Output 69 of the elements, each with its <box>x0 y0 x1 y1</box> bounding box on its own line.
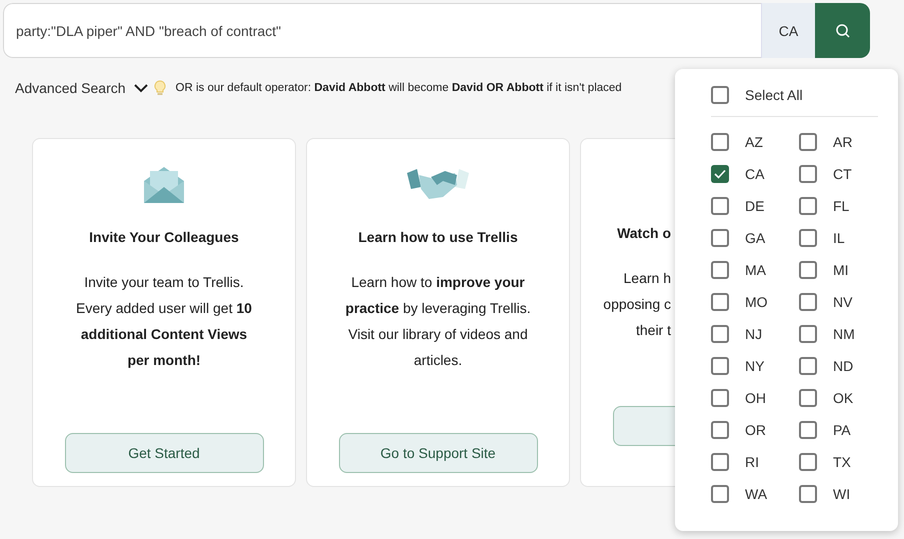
checkbox[interactable] <box>799 325 817 343</box>
card-description: Invite your team to Trellis. Every added user will get 10 additional Content Views per month! <box>76 274 252 368</box>
option-label: TX <box>833 454 851 470</box>
hint-text: OR is our default operator: David Abbott will become David OR Abbott if it isn't placed <box>176 82 622 94</box>
option-label: AR <box>833 134 852 150</box>
card-button[interactable]: Go to Support Site <box>338 433 538 473</box>
checkbox[interactable] <box>711 261 729 279</box>
card-button[interactable]: Get Started <box>64 433 264 473</box>
search-icon <box>834 22 850 38</box>
checkbox[interactable] <box>711 357 729 375</box>
option-label: MO <box>745 294 768 310</box>
option-label: GA <box>745 230 766 246</box>
checkbox[interactable] <box>711 389 729 407</box>
checkbox[interactable] <box>799 357 817 375</box>
checkbox[interactable] <box>799 229 817 247</box>
option-label: WI <box>833 486 850 502</box>
card-description: Learn how to improve your practice by leveraging Trellis. Visit our library of videos and articles. <box>345 274 531 368</box>
option-label: AZ <box>745 134 763 150</box>
checkbox[interactable] <box>799 133 817 151</box>
card-title: Invite Your Colleagues <box>89 229 239 245</box>
option-label: NV <box>833 294 852 310</box>
option-label: OH <box>745 390 766 406</box>
checkbox[interactable] <box>711 421 729 439</box>
check-icon <box>714 169 726 179</box>
checkbox[interactable] <box>799 453 817 471</box>
checkbox[interactable] <box>711 197 729 215</box>
option-label: MA <box>745 262 766 278</box>
checkbox[interactable] <box>799 485 817 503</box>
card-description: their t <box>636 321 671 340</box>
option-label: MI <box>833 262 849 278</box>
option-label: NJ <box>745 326 762 342</box>
card-description: opposing c <box>603 295 671 314</box>
jurisdiction-selector[interactable]: CA <box>761 3 815 58</box>
checkbox[interactable] <box>711 293 729 311</box>
advanced-search-toggle[interactable]: Advanced Search <box>15 80 148 96</box>
checkbox[interactable] <box>799 389 817 407</box>
checkbox[interactable] <box>799 293 817 311</box>
option-label: OK <box>833 390 854 406</box>
checkbox[interactable] <box>799 261 817 279</box>
checkbox[interactable] <box>711 133 729 151</box>
card-title: Learn how to use Trellis <box>358 229 518 245</box>
option-label: NM <box>833 326 855 342</box>
chevron-icon <box>134 84 148 92</box>
checkbox[interactable] <box>711 485 729 503</box>
checkbox[interactable] <box>711 86 729 104</box>
option-label: PA <box>833 422 851 438</box>
checkbox[interactable] <box>711 325 729 343</box>
checkbox[interactable] <box>799 165 817 183</box>
checkbox[interactable] <box>799 197 817 215</box>
option-label: ND <box>833 358 854 374</box>
option-label: OR <box>745 422 766 438</box>
checkbox[interactable] <box>711 453 729 471</box>
option-label: NY <box>745 358 764 374</box>
search-button[interactable] <box>815 3 870 58</box>
option-label: IL <box>833 230 845 246</box>
checkbox[interactable] <box>711 229 729 247</box>
card-description: Learn h <box>624 269 671 288</box>
option-label: FL <box>833 198 850 214</box>
search-field[interactable]: party:"DLA piper" AND "breach of contract" <box>3 3 761 58</box>
option-label: RI <box>745 454 759 470</box>
card-title: Watch o <box>617 225 671 241</box>
option-label: Select All <box>745 87 803 103</box>
checkbox[interactable] <box>799 421 817 439</box>
option-label: CA <box>745 166 764 182</box>
option-label: WA <box>745 486 768 502</box>
checkbox[interactable] <box>711 165 729 183</box>
option-label: DE <box>745 198 764 214</box>
option-label: CT <box>833 166 852 182</box>
lightbulb-icon <box>154 80 166 96</box>
